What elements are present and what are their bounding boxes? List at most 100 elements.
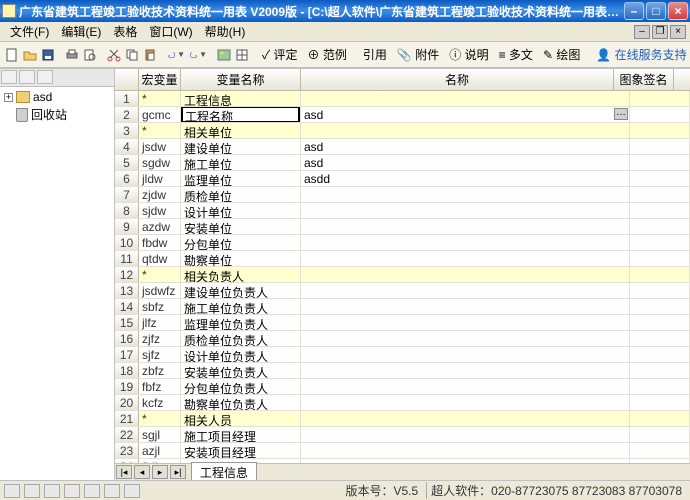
status-icon-1[interactable] [4,484,20,498]
table-row[interactable]: 20kcfz勘察单位负责人 [115,395,690,411]
cell-name[interactable] [301,347,630,362]
doc-close-button[interactable]: × [670,25,686,39]
cell-macro[interactable]: zjfz [139,331,181,346]
status-icon-2[interactable] [24,484,40,498]
cell-varname[interactable]: 勘察单位 [181,251,301,266]
cell-name[interactable]: asd… [301,107,630,122]
ellipsis-button[interactable]: … [614,108,628,120]
redo-button[interactable]: ▼ [188,45,208,65]
table-row[interactable]: 23azjl安装项目经理 [115,443,690,459]
cell-varname[interactable]: 安装单位 [181,219,301,234]
cell-name[interactable] [301,219,630,234]
row-number[interactable]: 2 [115,107,139,122]
cell-macro[interactable]: zbfz [139,363,181,378]
row-number[interactable]: 1 [115,91,139,106]
cell-macro[interactable]: jsdwfz [139,283,181,298]
cell-name[interactable] [301,443,630,458]
next-sheet-button[interactable]: ▸ [152,465,168,479]
save-button[interactable] [40,45,56,65]
cell-varname[interactable]: 建设单位负责人 [181,283,301,298]
tree-btn-2[interactable] [19,70,35,84]
row-number[interactable]: 11 [115,251,139,266]
minimize-button[interactable]: – [624,2,644,20]
row-number[interactable]: 13 [115,283,139,298]
cell-imgsign[interactable] [630,363,690,378]
cell-macro[interactable]: azjl [139,443,181,458]
col-rownum[interactable] [115,69,139,90]
table-row[interactable]: 6jldw监理单位asdd [115,171,690,187]
table-row[interactable]: 17sjfz设计单位负责人 [115,347,690,363]
paste-button[interactable] [142,45,158,65]
table-row[interactable]: 1*工程信息 [115,91,690,107]
huitu-button[interactable]: ✎ 绘图 [539,46,584,63]
row-number[interactable]: 21 [115,411,139,426]
cell-varname[interactable]: 工程信息 [181,91,301,106]
tree-root-node[interactable]: + asd [4,89,110,105]
tree-btn-1[interactable] [1,70,17,84]
cell-varname[interactable]: 设计单位 [181,203,301,218]
copy-button[interactable] [124,45,140,65]
cell-name[interactable] [301,411,630,426]
cell-macro[interactable]: qtdw [139,251,181,266]
cell-name[interactable]: asdd [301,171,630,186]
cell-imgsign[interactable] [630,347,690,362]
table-row[interactable]: 7zjdw质检单位 [115,187,690,203]
row-number[interactable]: 8 [115,203,139,218]
cell-varname[interactable]: 相关人员 [181,411,301,426]
cell-name[interactable] [301,123,630,138]
cell-varname[interactable]: 工程名称 [181,107,301,122]
cell-imgsign[interactable] [630,139,690,154]
cell-varname[interactable]: 质检单位 [181,187,301,202]
cell-varname[interactable]: 质检单位负责人 [181,331,301,346]
cell-imgsign[interactable] [630,171,690,186]
table-row[interactable]: 11qtdw勘察单位 [115,251,690,267]
col-name[interactable]: 名称 [301,69,614,90]
cell-imgsign[interactable] [630,395,690,410]
cell-varname[interactable]: 监理单位 [181,171,301,186]
menu-edit[interactable]: 编辑(E) [55,21,107,42]
cell-varname[interactable]: 施工项目经理 [181,427,301,442]
preview-button[interactable] [82,45,98,65]
cell-name[interactable] [301,331,630,346]
undo-button[interactable]: ▼ [166,45,186,65]
cell-imgsign[interactable] [630,411,690,426]
row-number[interactable]: 19 [115,379,139,394]
row-number[interactable]: 12 [115,267,139,282]
cell-name[interactable] [301,395,630,410]
cell-imgsign[interactable] [630,331,690,346]
table-row[interactable]: 16zjfz质检单位负责人 [115,331,690,347]
status-icon-5[interactable] [84,484,100,498]
edit-cell[interactable]: 工程名称 [181,107,300,122]
open-button[interactable] [22,45,38,65]
row-number[interactable]: 15 [115,315,139,330]
row-number[interactable]: 6 [115,171,139,186]
picture-button[interactable] [216,45,232,65]
grid-body[interactable]: 1*工程信息2gcmc工程名称asd…3*相关单位4jsdw建设单位asd5sg… [115,91,690,463]
doc-restore-button[interactable]: ❐ [652,25,668,39]
zaixian-button[interactable]: 👤 在线服务支持 [592,46,690,63]
cell-macro[interactable]: sjdw [139,203,181,218]
row-number[interactable]: 14 [115,299,139,314]
cell-varname[interactable]: 分包单位 [181,235,301,250]
cell-macro[interactable]: sjfz [139,347,181,362]
cell-name[interactable] [301,315,630,330]
cell-imgsign[interactable] [630,203,690,218]
cell-name[interactable] [301,187,630,202]
cell-name[interactable] [301,251,630,266]
cell-macro[interactable]: azdw [139,219,181,234]
shuoming-button[interactable]: ⓘ 说明 [445,46,492,63]
pingding-button[interactable]: ✓ 评定 [258,46,302,63]
row-number[interactable]: 18 [115,363,139,378]
close-button[interactable]: × [668,2,688,20]
table-row[interactable]: 12*相关负责人 [115,267,690,283]
cell-name[interactable] [301,203,630,218]
table-row[interactable]: 21*相关人员 [115,411,690,427]
cell-macro[interactable]: jlfz [139,315,181,330]
fujian-button[interactable]: 📎 附件 [393,46,443,63]
table-row[interactable]: 19fbfz分包单位负责人 [115,379,690,395]
status-icon-7[interactable] [124,484,140,498]
cell-macro[interactable]: sgdw [139,155,181,170]
cell-imgsign[interactable] [630,283,690,298]
row-number[interactable]: 16 [115,331,139,346]
cell-imgsign[interactable] [630,315,690,330]
